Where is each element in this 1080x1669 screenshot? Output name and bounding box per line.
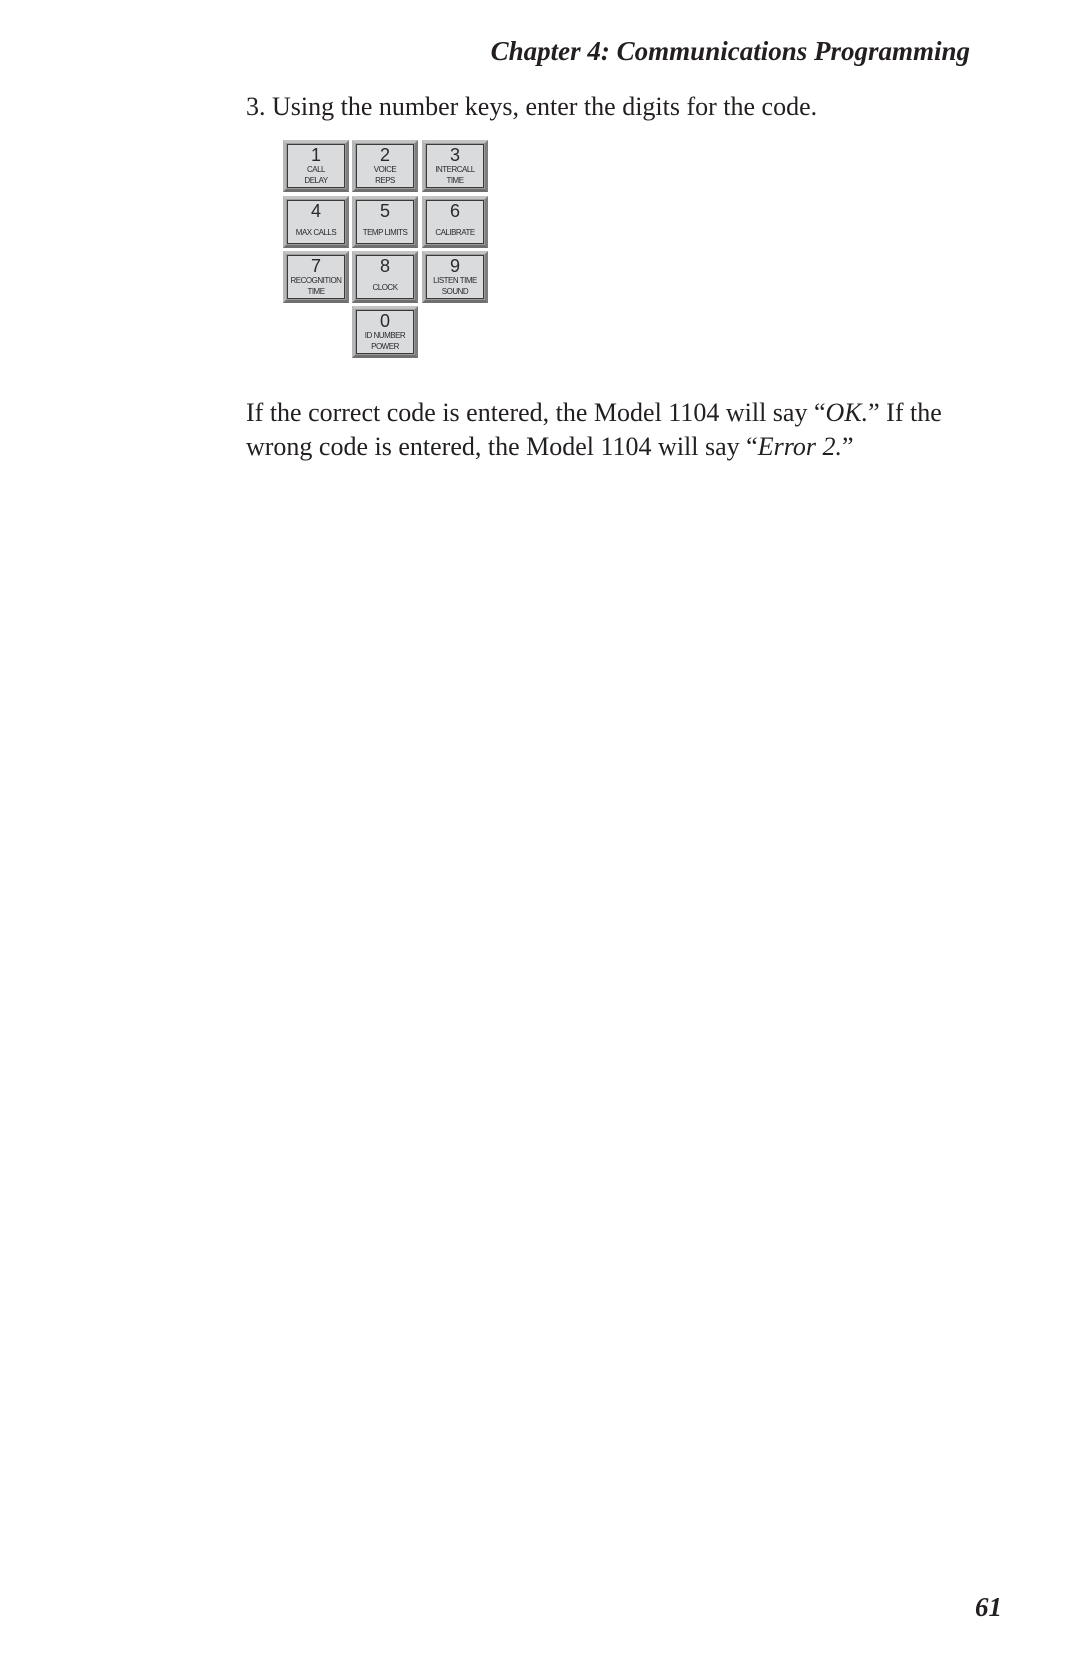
key-label: INTERCALL — [435, 165, 475, 174]
key-2: 2 VOICE REPS — [352, 140, 418, 192]
key-digit: 3 — [449, 145, 460, 165]
key-5: 5 TEMP LIMITS — [352, 196, 418, 248]
key-digit: 9 — [449, 256, 460, 276]
step-instruction: 3. Using the number keys, enter the digi… — [246, 92, 818, 121]
key-4: 4 MAX CALLS — [283, 196, 349, 248]
key-face: 1 CALL DELAY — [287, 144, 345, 188]
key-1: 1 CALL DELAY — [283, 140, 349, 192]
key-label: POWER — [371, 342, 399, 351]
key-face: 3 INTERCALL TIME — [426, 144, 484, 188]
para-text-1: If the correct code is entered, the Mode… — [246, 398, 826, 427]
key-label: DELAY — [304, 176, 328, 185]
key-label: TEMP LIMITS — [362, 228, 408, 237]
key-label: ID NUMBER — [364, 331, 406, 340]
key-digit: 2 — [379, 145, 390, 165]
key-label: VOICE — [373, 165, 397, 174]
key-label: TIME — [446, 176, 464, 185]
key-digit: 1 — [310, 145, 321, 165]
chapter-header: Chapter 4: Communications Programming — [490, 36, 970, 66]
key-label: CALL — [306, 165, 326, 174]
key-label: RECOGNITION — [290, 276, 342, 285]
key-face: 6 CALIBRATE — [426, 200, 484, 244]
key-digit: 5 — [379, 201, 390, 221]
key-digit: 4 — [310, 201, 321, 221]
key-6: 6 CALIBRATE — [422, 196, 488, 248]
key-0: 0 ID NUMBER POWER — [352, 306, 418, 358]
key-digit: 7 — [310, 256, 321, 276]
key-face: 0 ID NUMBER POWER — [356, 310, 414, 354]
key-label: LISTEN TIME — [433, 276, 477, 285]
key-8: 8 CLOCK — [352, 251, 418, 303]
key-3: 3 INTERCALL TIME — [422, 140, 488, 192]
key-label: TIME — [307, 287, 325, 296]
key-7: 7 RECOGNITION TIME — [283, 251, 349, 303]
key-label: SOUND — [441, 287, 469, 296]
key-face: 4 MAX CALLS — [287, 200, 345, 244]
key-label: CALIBRATE — [435, 228, 475, 237]
key-9: 9 LISTEN TIME SOUND — [422, 251, 488, 303]
key-digit: 8 — [379, 256, 390, 276]
key-digit: 6 — [449, 201, 460, 221]
key-digit: 0 — [379, 311, 390, 331]
page-number: 61 — [975, 1592, 1002, 1622]
ok-response: OK. — [825, 398, 869, 427]
key-label: MAX CALLS — [295, 228, 337, 237]
para-text-3: ” — [841, 432, 854, 461]
key-face: 8 CLOCK — [356, 255, 414, 299]
key-face: 7 RECOGNITION TIME — [287, 255, 345, 299]
key-label: CLOCK — [372, 283, 398, 292]
key-label: REPS — [375, 176, 395, 185]
key-face: 9 LISTEN TIME SOUND — [426, 255, 484, 299]
key-face: 5 TEMP LIMITS — [356, 200, 414, 244]
keypad-illustration: 1 CALL DELAY 2 VOICE REPS 3 INTERCALL TIME 4 MAX C… — [283, 140, 513, 370]
result-paragraph: If the correct code is entered, the Mode… — [246, 396, 966, 464]
error-response: Error 2. — [757, 432, 842, 461]
key-face: 2 VOICE REPS — [356, 144, 414, 188]
